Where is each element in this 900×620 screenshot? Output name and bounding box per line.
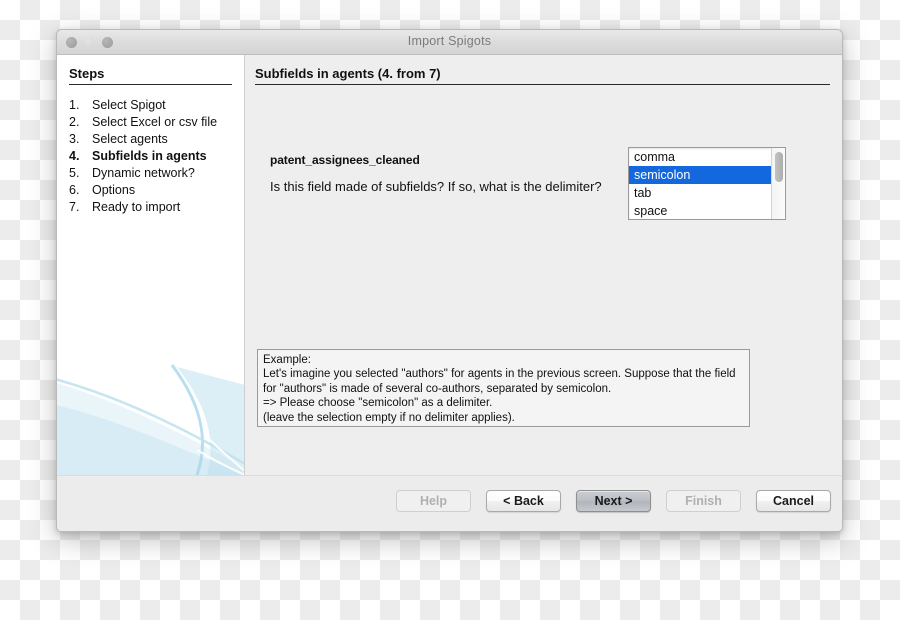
example-line-4: => Please choose "semicolon" as a delimi…: [263, 397, 493, 410]
import-spigots-window: Import Spigots Steps 1. Select Spigot 2.…: [56, 29, 843, 532]
delimiter-option-comma[interactable]: comma: [629, 148, 771, 166]
window-title-bar[interactable]: Import Spigots: [57, 30, 842, 55]
step-label: Options: [92, 183, 136, 197]
page-title: Subfields in agents (4. from 7): [255, 66, 830, 85]
window-title: Import Spigots: [407, 34, 492, 48]
step-number: 4.: [69, 149, 80, 163]
step-item-7: 7. Ready to import: [57, 199, 244, 216]
step-label: Select Spigot: [92, 98, 166, 112]
example-textbox: Example: Let's imagine you selected "aut…: [257, 349, 750, 427]
back-button[interactable]: < Back: [486, 490, 561, 512]
example-line-3: for "authors" is made of several co-auth…: [263, 382, 612, 395]
delimiter-option-semicolon-selected[interactable]: semicolon: [629, 166, 771, 184]
next-button[interactable]: Next >: [576, 490, 651, 512]
footer-button-bar: Help < Back Next > Finish Cancel: [57, 475, 842, 531]
steps-panel: Steps 1. Select Spigot 2. Select Excel o…: [57, 55, 245, 475]
step-number: 5.: [69, 166, 80, 180]
step-item-4-current: 4. Subfields in agents: [57, 148, 244, 165]
step-label: Select agents: [92, 132, 168, 146]
field-name-label: patent_assignees_cleaned: [270, 153, 420, 167]
step-item-1: 1. Select Spigot: [57, 97, 244, 114]
example-line-2: Let's imagine you selected "authors" for…: [263, 368, 736, 381]
steps-list: 1. Select Spigot 2. Select Excel or csv …: [57, 97, 244, 216]
step-label: Subfields in agents: [92, 149, 207, 163]
listbox-scrollbar[interactable]: [771, 148, 785, 219]
step-number: 2.: [69, 115, 80, 129]
step-number: 3.: [69, 132, 80, 146]
step-label: Select Excel or csv file: [92, 115, 218, 129]
delimiter-option-tab[interactable]: tab: [629, 184, 771, 202]
help-button: Help: [396, 490, 471, 512]
step-number: 7.: [69, 200, 80, 214]
footer-buttons: Help < Back Next > Finish Cancel: [396, 490, 831, 512]
scrollbar-thumb[interactable]: [775, 152, 783, 182]
step-label: Dynamic network?: [92, 166, 195, 180]
example-line-1: Example:: [263, 354, 311, 366]
delimiter-option-list[interactable]: comma semicolon tab space: [629, 148, 771, 219]
step-number: 6.: [69, 183, 80, 197]
question-label: Is this field made of subfields? If so, …: [270, 179, 602, 194]
finish-button: Finish: [666, 490, 741, 512]
step-label: Ready to import: [92, 200, 181, 214]
content-panel: Subfields in agents (4. from 7) patent_a…: [246, 55, 842, 475]
window-body: Steps 1. Select Spigot 2. Select Excel o…: [57, 55, 842, 531]
step-number: 1.: [69, 98, 80, 112]
step-item-5: 5. Dynamic network?: [57, 165, 244, 182]
decorative-swoosh-graphic: [57, 364, 244, 475]
step-item-2: 2. Select Excel or csv file: [57, 114, 244, 131]
delimiter-listbox[interactable]: comma semicolon tab space: [628, 147, 786, 220]
delimiter-option-space[interactable]: space: [629, 202, 771, 219]
example-line-5: (leave the selection empty if no delimit…: [263, 411, 515, 424]
step-item-3: 3. Select agents: [57, 131, 244, 148]
steps-panel-title: Steps: [69, 66, 232, 85]
step-item-6: 6. Options: [57, 182, 244, 199]
cancel-button[interactable]: Cancel: [756, 490, 831, 512]
